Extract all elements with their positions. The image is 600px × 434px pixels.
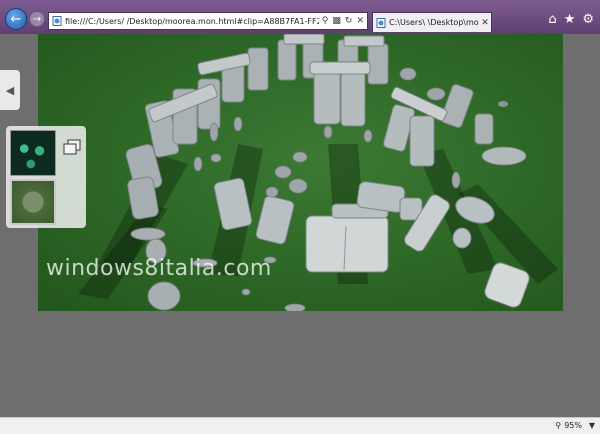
left-arrow-icon: ◀ — [5, 83, 15, 97]
forward-button[interactable]: → — [29, 11, 45, 27]
chevron-down-icon[interactable]: ▼ — [589, 421, 595, 430]
close-icon[interactable]: ✕ — [479, 18, 491, 28]
stonehenge-photo: windows8italia.com — [38, 34, 563, 311]
thumbnail-item-selected[interactable] — [10, 179, 56, 225]
zoom-level: 95% — [564, 421, 582, 430]
stop-icon[interactable]: ✕ — [356, 16, 364, 26]
back-button[interactable]: ← — [5, 8, 27, 30]
tab-title: C:\Users\ \Desktop\mo... — [389, 18, 479, 27]
browser-tab[interactable]: C:\Users\ \Desktop\mo... ✕ — [372, 12, 492, 32]
browser-toolbar: ← → file:///C:/Users/ /Desktop/moorea.mo… — [0, 0, 600, 34]
forward-arrow-icon: → — [32, 13, 42, 25]
magnifier-icon: ⚲ — [555, 421, 562, 430]
tab-page-icon — [376, 17, 386, 28]
address-url: file:///C:/Users/ /Desktop/moorea.mon.ht… — [65, 16, 319, 26]
watermark-text: windows8italia.com — [46, 256, 272, 281]
gear-icon[interactable]: ⚙ — [582, 12, 594, 27]
thumbnail-panel — [6, 126, 86, 228]
thumbnail-item[interactable] — [10, 130, 56, 176]
copy-icon[interactable] — [62, 138, 82, 156]
magnifier-icon[interactable]: ⚲ — [322, 16, 329, 26]
back-arrow-icon: ← — [10, 11, 22, 27]
refresh-icon[interactable]: ↻ — [345, 16, 353, 26]
page-content: windows8italia.com ◀ — [0, 34, 600, 417]
star-icon[interactable]: ★ — [564, 12, 576, 27]
zoom-control[interactable]: ⚲ 95% — [555, 421, 582, 430]
status-bar: ⚲ 95% ▼ — [0, 417, 600, 434]
address-bar[interactable]: file:///C:/Users/ /Desktop/moorea.mon.ht… — [48, 12, 368, 30]
collapse-panel-tab[interactable]: ◀ — [0, 70, 20, 110]
home-icon[interactable]: ⌂ — [548, 12, 556, 27]
page-icon — [52, 16, 62, 26]
compatibility-view-icon[interactable]: ▩ — [332, 16, 341, 26]
